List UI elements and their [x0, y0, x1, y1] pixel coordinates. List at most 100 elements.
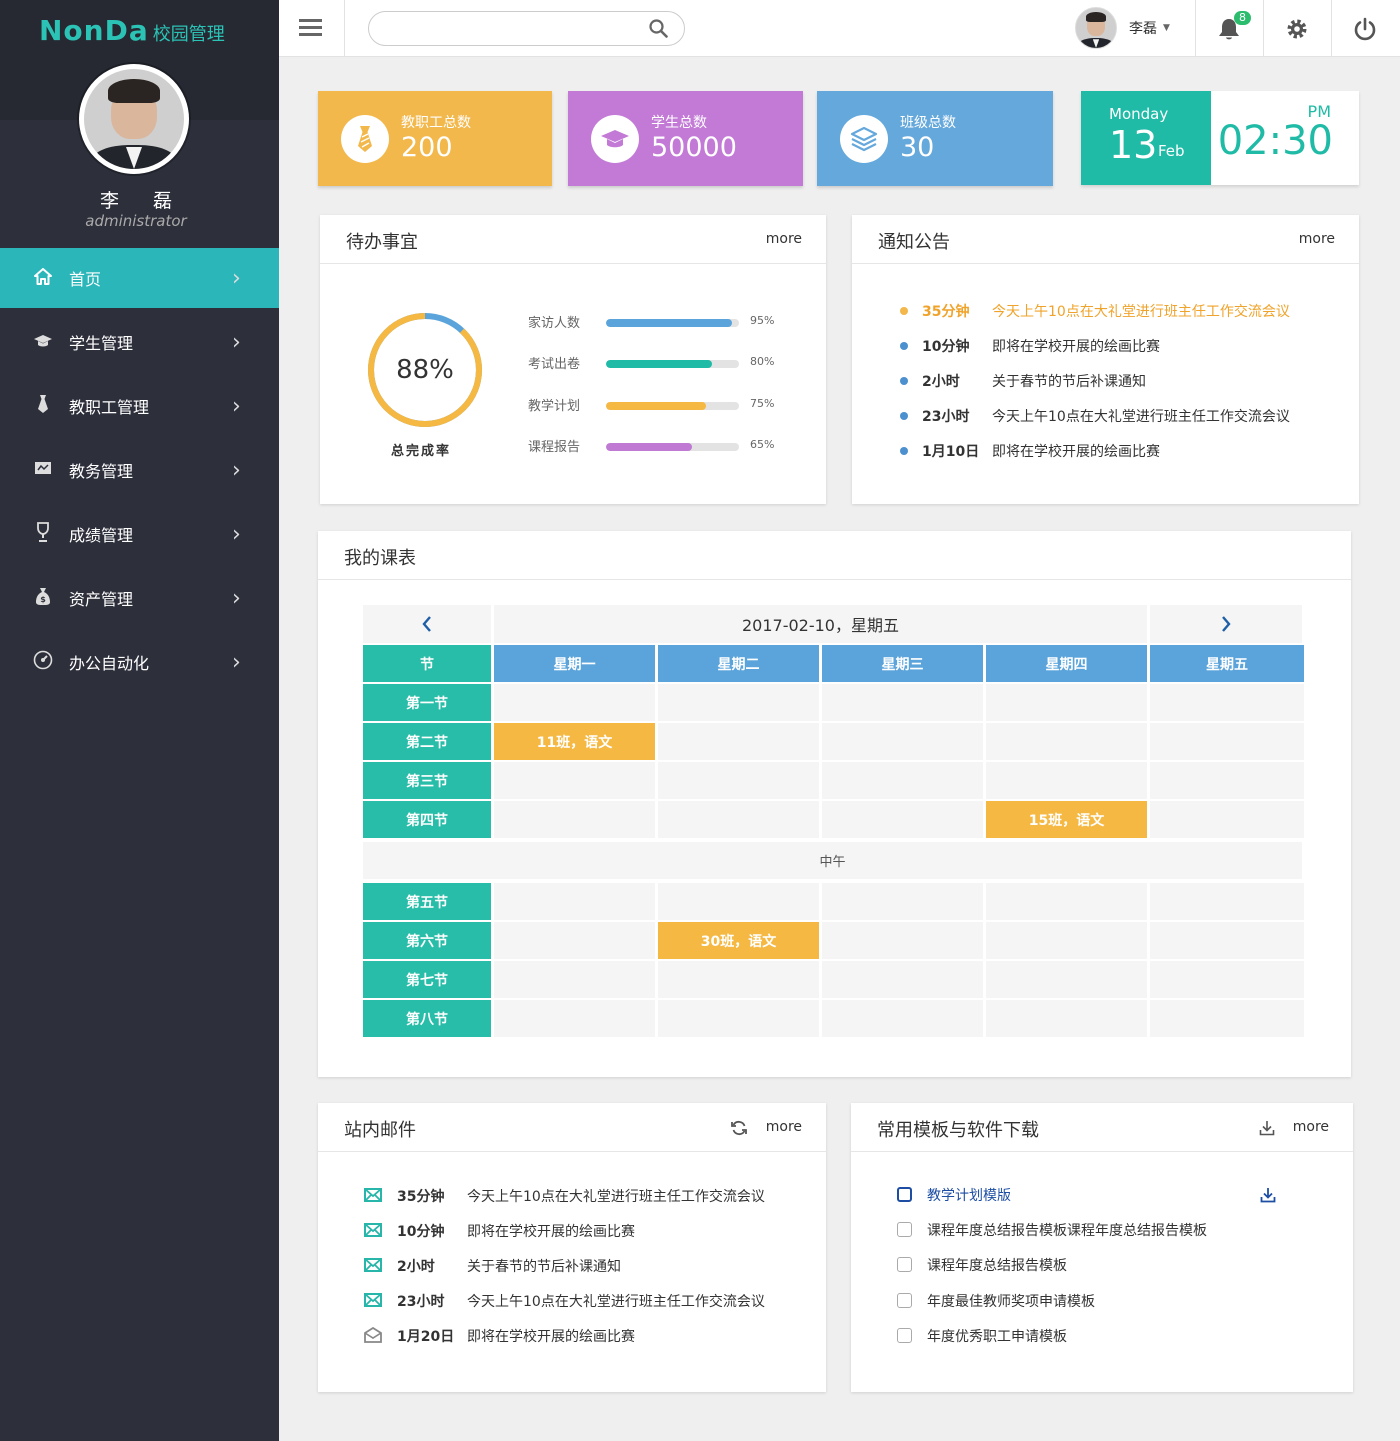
mail-icon	[364, 1258, 382, 1272]
timetable-cell[interactable]	[1150, 762, 1304, 799]
timetable-cell[interactable]	[822, 723, 983, 760]
timetable-cell[interactable]	[986, 883, 1147, 920]
more-link[interactable]: more	[766, 231, 802, 247]
more-link[interactable]: more	[766, 1119, 802, 1135]
timetable-cell[interactable]	[822, 801, 983, 838]
timetable-cell[interactable]	[822, 684, 983, 721]
panel-header: 我的课表	[318, 531, 1351, 580]
stat-card-students[interactable]: 学生总数 50000	[568, 91, 803, 186]
sidebar-item-academic[interactable]: 教务管理 ›	[0, 440, 279, 500]
timetable-cell[interactable]	[494, 684, 655, 721]
stat-card-classes[interactable]: 班级总数 30	[817, 91, 1053, 186]
timetable-cell[interactable]	[494, 801, 655, 838]
timetable-cell[interactable]	[822, 922, 983, 959]
user-menu[interactable]: 李磊 ▼	[1075, 7, 1170, 49]
sidebar-item-office[interactable]: 办公自动化 ›	[0, 632, 279, 692]
notice-item[interactable]: 35分钟 今天上午10点在大礼堂进行班主任工作交流会议	[898, 301, 1318, 321]
class-event[interactable]: 30班，语文	[658, 922, 819, 959]
timetable-cell[interactable]	[494, 762, 655, 799]
download-item[interactable]: 年度最佳教师奖项申请模板	[897, 1291, 1297, 1311]
next-week-button[interactable]	[1150, 605, 1302, 643]
notifications-button[interactable]: 8	[1195, 0, 1262, 57]
class-event[interactable]: 11班，语文	[494, 723, 655, 760]
timetable-cell[interactable]	[658, 1000, 819, 1037]
class-event[interactable]: 15班，语文	[986, 801, 1147, 838]
timetable-cell[interactable]	[658, 723, 819, 760]
notice-item[interactable]: 23小时 今天上午10点在大礼堂进行班主任工作交流会议	[898, 406, 1318, 426]
timetable-cell[interactable]	[986, 723, 1147, 760]
timetable-cell[interactable]	[658, 684, 819, 721]
sidebar-item-students[interactable]: 学生管理 ›	[0, 312, 279, 372]
download-item[interactable]: 年度优秀职工申请模板	[897, 1326, 1297, 1346]
settings-button[interactable]	[1263, 0, 1330, 57]
timetable-cell[interactable]	[986, 922, 1147, 959]
timetable-cell[interactable]	[1150, 801, 1304, 838]
timetable-cell[interactable]	[494, 1000, 655, 1037]
timetable-cell[interactable]	[1150, 684, 1304, 721]
mail-item[interactable]: 35分钟 今天上午10点在大礼堂进行班主任工作交流会议	[364, 1186, 784, 1206]
timetable-cell[interactable]	[1150, 961, 1304, 998]
chevron-right-icon: ›	[232, 521, 241, 547]
checkbox[interactable]	[897, 1293, 912, 1308]
more-link[interactable]: more	[1299, 231, 1335, 247]
logout-button[interactable]	[1331, 0, 1398, 57]
timetable-cell[interactable]	[822, 1000, 983, 1037]
refresh-icon[interactable]	[731, 1120, 747, 1136]
notice-item[interactable]: 2小时 关于春节的节后补课通知	[898, 371, 1318, 391]
sidebar-item-assets[interactable]: $ 资产管理 ›	[0, 568, 279, 628]
timetable-cell[interactable]	[658, 801, 819, 838]
sidebar-item-label: 办公自动化	[69, 654, 150, 673]
timetable-cell[interactable]	[822, 961, 983, 998]
sidebar-item-staff[interactable]: 教职工管理 ›	[0, 376, 279, 436]
timetable-cell[interactable]	[986, 762, 1147, 799]
checkbox[interactable]	[897, 1222, 912, 1237]
search-input[interactable]	[369, 12, 629, 45]
checkbox[interactable]	[897, 1328, 912, 1343]
day-header: 星期一	[494, 645, 655, 682]
menu-toggle-button[interactable]	[279, 0, 345, 57]
download-item[interactable]: 课程年度总结报告模板	[897, 1255, 1297, 1275]
checkbox[interactable]	[897, 1187, 912, 1202]
sidebar-item-home[interactable]: 首页 ›	[0, 248, 279, 308]
stat-card-staff[interactable]: 教职工总数 200	[318, 91, 552, 186]
sidebar-item-label: 教职工管理	[69, 398, 150, 417]
prev-week-button[interactable]	[363, 605, 491, 643]
checkbox[interactable]	[897, 1257, 912, 1272]
notice-item[interactable]: 10分钟 即将在学校开展的绘画比赛	[898, 336, 1318, 356]
sidebar-item-grades[interactable]: 成绩管理 ›	[0, 504, 279, 564]
download-icon[interactable]	[1259, 1120, 1275, 1136]
timetable-cell[interactable]	[822, 762, 983, 799]
search-icon[interactable]	[649, 19, 668, 38]
progress-track	[606, 402, 739, 410]
todo-panel: 待办事宜 more 88% 总完成率 家访人数 95% 考试出卷 80% 教学计…	[320, 215, 826, 504]
timetable-cell[interactable]	[1150, 922, 1304, 959]
timetable-cell[interactable]	[1150, 1000, 1304, 1037]
period-label: 第三节	[363, 762, 491, 799]
timetable-cell[interactable]	[658, 883, 819, 920]
timetable-cell[interactable]	[1150, 723, 1304, 760]
more-link[interactable]: more	[1293, 1119, 1329, 1135]
timetable-cell[interactable]	[986, 1000, 1147, 1037]
timetable-cell[interactable]	[986, 684, 1147, 721]
mail-item[interactable]: 23小时 今天上午10点在大礼堂进行班主任工作交流会议	[364, 1291, 784, 1311]
timetable-cell[interactable]	[1150, 883, 1304, 920]
mail-item[interactable]: 10分钟 即将在学校开展的绘画比赛	[364, 1221, 784, 1241]
download-item[interactable]: 教学计划模版	[897, 1185, 1297, 1205]
user-avatar[interactable]	[79, 64, 189, 174]
download-item[interactable]: 课程年度总结报告模板课程年度总结报告模板	[897, 1220, 1297, 1240]
period-label: 第一节	[363, 684, 491, 721]
graduation-cap-icon	[33, 333, 53, 352]
notice-item[interactable]: 1月10日 即将在学校开展的绘画比赛	[898, 441, 1318, 461]
mail-item[interactable]: 1月20日 即将在学校开展的绘画比赛	[364, 1326, 784, 1346]
timetable-cell[interactable]	[494, 961, 655, 998]
timetable-cell[interactable]	[986, 961, 1147, 998]
timetable-cell[interactable]	[658, 961, 819, 998]
app-logo[interactable]: NonDa 校园管理	[39, 14, 225, 47]
timetable-cell[interactable]	[658, 762, 819, 799]
timetable-cell[interactable]	[494, 922, 655, 959]
mail-item[interactable]: 2小时 关于春节的节后补课通知	[364, 1256, 784, 1276]
panel-title: 通知公告	[878, 232, 950, 253]
download-icon[interactable]	[1260, 1187, 1276, 1203]
timetable-cell[interactable]	[494, 883, 655, 920]
timetable-cell[interactable]	[822, 883, 983, 920]
